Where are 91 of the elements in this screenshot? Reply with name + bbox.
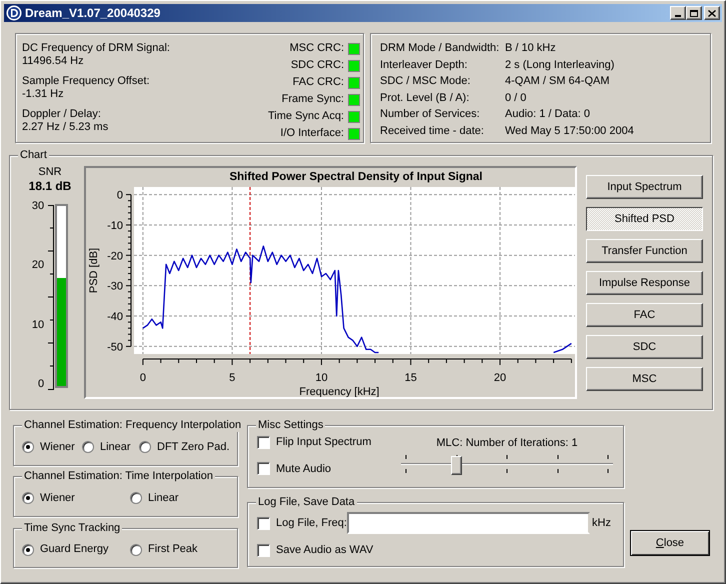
maximize-button[interactable] [686, 6, 702, 20]
chart-type-button[interactable]: FAC [586, 303, 703, 327]
indicator-label: MSC CRC: [290, 41, 344, 56]
radio-button[interactable] [130, 492, 142, 504]
checkbox-label: Log File, Freq: [276, 516, 347, 531]
checkbox-label: Mute Audio [276, 462, 332, 476]
checkbox[interactable] [257, 516, 270, 530]
checkbox-label: Save Audio as WAV [276, 543, 374, 558]
group-title: Misc Settings [256, 418, 326, 432]
app-icon [6, 5, 22, 21]
radio-label: Guard Energy [40, 542, 108, 558]
parameter-label: DRM Mode / Bandwidth: [380, 42, 500, 56]
info-label: DC Frequency of DRM Signal: [22, 42, 170, 55]
snr-scale-label: 20 [32, 259, 44, 272]
x-axis-label: Frequency [kHz] [299, 386, 380, 397]
info-label: Doppler / Delay: [22, 108, 102, 121]
chart-type-button[interactable]: Input Spectrum [586, 175, 703, 199]
y-tick-label: -10 [107, 220, 123, 232]
y-tick-label: -30 [107, 280, 123, 293]
group-title: Channel Estimation: Frequency Interpolation [22, 418, 244, 432]
indicator-label: FAC CRC: [292, 75, 344, 90]
chart-type-button[interactable]: SDC [586, 335, 703, 359]
radio-button[interactable] [139, 441, 151, 453]
radio-label: Linear [148, 490, 179, 506]
x-tick-label: 20 [494, 372, 506, 384]
checkbox[interactable] [257, 544, 270, 557]
group-title: Channel Estimation: Time Interpolation [22, 469, 215, 483]
close-button[interactable] [704, 6, 720, 20]
y-tick-label: -50 [107, 341, 123, 354]
chart-type-button[interactable]: Impulse Response [586, 271, 703, 295]
slider-thumb[interactable] [451, 456, 462, 475]
indicator-label: Time Sync Acq: [268, 109, 344, 124]
parameter-label: Number of Services: [380, 108, 481, 122]
info-label: Sample Frequency Offset: [22, 75, 151, 88]
radio-label: First Peak [148, 542, 198, 558]
slider-label: MLC: Number of Iterations: 1 [436, 437, 578, 450]
radio-label: DFT Zero Pad. [157, 440, 230, 455]
x-tick-label: 15 [404, 372, 417, 384]
y-tick-label: -20 [107, 250, 123, 262]
chart-type-button[interactable]: MSC [586, 367, 703, 391]
group-title: Log File, Save Data [256, 495, 357, 509]
frequency-input[interactable] [347, 512, 590, 534]
checkbox-label: Flip Input Spectrum [276, 435, 372, 450]
parameter-value: 2 s (Long Interleaving) [505, 58, 614, 72]
parameter-label: Prot. Level (B / A): [380, 92, 470, 105]
indicator-label: Frame Sync: [282, 92, 344, 108]
unit-label: kHz [592, 516, 611, 531]
radio-button[interactable] [82, 441, 94, 453]
parameter-label: SDC / MSC Mode: [380, 75, 472, 88]
y-axis-label: PSD [dB] [88, 248, 100, 294]
close-button[interactable]: Close [630, 530, 710, 556]
radio-button[interactable] [22, 544, 34, 556]
parameter-value: 4-QAM / SM 64-QAM [505, 75, 610, 88]
radio-button[interactable] [130, 544, 142, 556]
parameter-value: B / 10 kHz [505, 42, 556, 56]
snr-scale-label: 0 [38, 378, 44, 390]
indicator-label: I/O Interface: [280, 126, 344, 142]
parameter-value: Wed May 5 17:50:00 2004 [505, 124, 634, 138]
close-icon [708, 10, 716, 16]
x-tick-label: 10 [315, 372, 328, 384]
snr-value: 18.1 dB [28, 179, 72, 193]
parameter-label: Interleaver Depth: [380, 58, 468, 72]
y-tick-label: -40 [107, 311, 123, 324]
group-title: Time Sync Tracking [22, 521, 122, 535]
info-value: -1.31 Hz [22, 88, 65, 101]
chart-type-button[interactable]: Transfer Function [586, 239, 703, 263]
parameter-value: Audio: 1 / Data: 0 [505, 108, 590, 122]
radio-label: Wiener [40, 440, 75, 455]
x-tick-label: 0 [140, 372, 146, 384]
minimize-button[interactable] [670, 6, 686, 20]
info-value: 2.27 Hz / 5.23 ms [22, 121, 110, 134]
snr-label: SNR [38, 166, 62, 179]
radio-button[interactable] [22, 441, 34, 453]
radio-button[interactable] [22, 492, 34, 504]
parameter-label: Received time - date: [380, 124, 485, 138]
snr-scale-label: 30 [32, 200, 44, 212]
radio-label: Wiener [40, 490, 75, 506]
checkbox[interactable] [257, 436, 270, 449]
x-tick-label: 5 [229, 372, 236, 384]
chart-title: Shifted Power Spectral Density of Input Signal [229, 171, 483, 183]
parameter-value: 0 / 0 [505, 92, 526, 105]
snr-scale-label: 10 [32, 318, 44, 331]
radio-label: Linear [100, 440, 131, 455]
y-tick-label: 0 [116, 190, 123, 202]
indicator-label: SDC CRC: [290, 58, 344, 74]
info-value: 11496.54 Hz [22, 55, 85, 68]
spectrum-line [553, 342, 572, 354]
checkbox[interactable] [257, 462, 270, 476]
maximize-icon [690, 10, 698, 16]
chart-type-button[interactable]: Shifted PSD [586, 207, 703, 231]
window-title: Dream_V1.07_20040329 [25, 5, 162, 22]
